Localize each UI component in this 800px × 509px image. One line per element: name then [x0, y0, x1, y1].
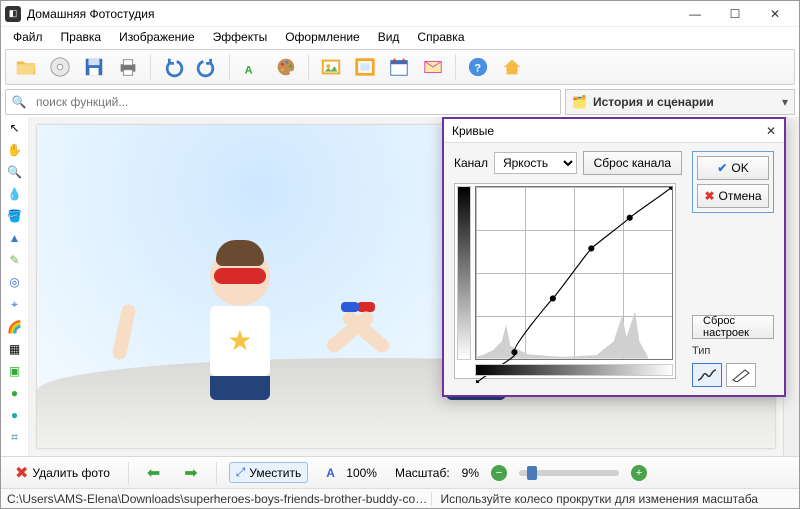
swatches-tool-icon[interactable]: ▦ [6, 342, 24, 356]
menu-image[interactable]: Изображение [111, 28, 203, 46]
menu-edit[interactable]: Правка [53, 28, 110, 46]
fit-icon: ⤢ [236, 465, 246, 480]
curves-dialog: Кривые ✕ Канал Яркость Сброс канала [442, 117, 786, 397]
open-folder-icon[interactable] [12, 53, 40, 81]
bottom-toolbar: ✖Удалить фото ⬅ ➡ ⤢Уместить A 100% Масшт… [1, 456, 799, 488]
window-maximize-button[interactable]: ☐ [715, 1, 755, 27]
zoom-tool-icon[interactable]: 🔍 [6, 165, 24, 179]
help-icon[interactable]: ? [464, 53, 492, 81]
layers-tool-icon[interactable]: ▣ [6, 364, 24, 378]
window-title: Домашняя Фотостудия [27, 7, 154, 21]
svg-text:?: ? [474, 63, 481, 75]
curve-grid[interactable] [475, 186, 673, 360]
vertical-gradient-icon [457, 186, 471, 360]
main-toolbar: A ? [5, 49, 795, 85]
menu-file[interactable]: Файл [5, 28, 51, 46]
layers-icon: 🗂️ [572, 95, 587, 109]
dialog-title: Кривые [452, 124, 494, 138]
menu-effects[interactable]: Эффекты [205, 28, 276, 46]
x-icon: ✖ [15, 463, 28, 483]
undo-icon[interactable] [159, 53, 187, 81]
crop-tool-icon[interactable]: ⌗ [6, 430, 24, 445]
zoom-out-button[interactable]: − [491, 465, 507, 481]
postcard-icon[interactable] [419, 53, 447, 81]
curve-type-pencil-button[interactable] [726, 363, 756, 387]
dialog-titlebar[interactable]: Кривые ✕ [444, 119, 784, 143]
target-tool-icon[interactable]: ◎ [6, 275, 24, 289]
next-photo-button[interactable]: ➡ [178, 461, 203, 485]
reset-channel-button[interactable]: Сброс канала [583, 151, 682, 175]
menu-design[interactable]: Оформление [277, 28, 367, 46]
type-label: Тип [692, 345, 774, 357]
cancel-button[interactable]: ✖Отмена [697, 184, 769, 208]
status-hint: Используйте колесо прокрутки для изменен… [431, 492, 793, 506]
slider-thumb[interactable] [527, 466, 537, 480]
window-minimize-button[interactable]: — [675, 1, 715, 27]
green-circle-tool-icon[interactable]: ● [6, 386, 24, 400]
home-icon[interactable] [498, 53, 526, 81]
print-icon[interactable] [114, 53, 142, 81]
curve-line[interactable] [476, 187, 672, 383]
stamp-tool-icon[interactable]: ⌖ [6, 297, 24, 312]
dialog-close-icon[interactable]: ✕ [766, 124, 776, 138]
horizontal-gradient-icon [475, 364, 673, 376]
window-close-button[interactable]: ✕ [755, 1, 795, 27]
redo-icon[interactable] [193, 53, 221, 81]
text-icon[interactable]: A [238, 53, 266, 81]
history-panel-label: История и сценарии [593, 95, 714, 109]
zoom-100-button[interactable]: A 100% [320, 464, 383, 482]
rotate-tool-icon[interactable]: ⟳ [6, 453, 24, 456]
channel-select[interactable]: Яркость [494, 152, 577, 174]
teal-circle-tool-icon[interactable]: ● [6, 408, 24, 422]
prev-photo-button[interactable]: ⬅ [141, 461, 166, 485]
zoom-slider[interactable] [519, 470, 619, 476]
menu-help[interactable]: Справка [409, 28, 472, 46]
status-bar: C:\Users\AMS-Elena\Downloads\superheroes… [1, 488, 799, 508]
x-icon: ✖ [704, 189, 714, 203]
window-titlebar: ◧ Домашняя Фотостудия — ☐ ✕ [1, 1, 799, 27]
history-panel-header[interactable]: 🗂️ История и сценарии ▾ [565, 89, 795, 115]
palette-icon[interactable] [272, 53, 300, 81]
status-path: C:\Users\AMS-Elena\Downloads\superheroes… [7, 492, 431, 506]
pointer-tool-icon[interactable]: ↖ [6, 121, 24, 135]
curve-type-smooth-button[interactable] [692, 363, 722, 387]
brush-tool-icon[interactable]: ✎ [6, 253, 24, 267]
arrow-right-icon: ➡ [184, 463, 197, 483]
zoom-in-button[interactable]: + [631, 465, 647, 481]
channel-label: Канал [454, 156, 488, 170]
fit-button[interactable]: ⤢Уместить [229, 462, 309, 483]
frame-icon[interactable] [351, 53, 379, 81]
curve-editor[interactable] [454, 183, 676, 379]
photo-icon[interactable] [317, 53, 345, 81]
menu-view[interactable]: Вид [370, 28, 408, 46]
chevron-down-icon: ▾ [782, 95, 788, 109]
calendar-icon[interactable] [385, 53, 413, 81]
reset-settings-button[interactable]: Сброс настроек [692, 315, 774, 339]
scale-label: Масштаб: [395, 466, 450, 480]
rainbow-tool-icon[interactable]: 🌈 [6, 320, 24, 334]
menubar: Файл Правка Изображение Эффекты Оформлен… [1, 27, 799, 47]
search-input[interactable] [32, 90, 560, 114]
svg-text:A: A [245, 64, 253, 76]
arrow-left-icon: ⬅ [147, 463, 160, 483]
search-icon: 🔍 [6, 90, 32, 114]
app-icon: ◧ [5, 6, 21, 22]
scale-value: 9% [462, 466, 479, 480]
search-box[interactable]: 🔍 [5, 89, 561, 115]
hand-tool-icon[interactable]: ✋ [6, 143, 24, 157]
ok-button[interactable]: ✔OK [697, 156, 769, 180]
checkmark-icon: ✔ [717, 161, 727, 175]
bucket-tool-icon[interactable]: 🪣 [6, 209, 24, 223]
save-icon[interactable] [80, 53, 108, 81]
shape-tool-icon[interactable]: ▲ [6, 231, 24, 245]
eyedropper-tool-icon[interactable]: 💧 [6, 187, 24, 201]
letter-a-icon: A [326, 466, 335, 480]
cd-disc-icon[interactable] [46, 53, 74, 81]
delete-photo-button[interactable]: ✖Удалить фото [9, 461, 116, 485]
left-toolbox: ↖ ✋ 🔍 💧 🪣 ▲ ✎ ◎ ⌖ 🌈 ▦ ▣ ● ● ⌗ ⟳ [1, 117, 29, 456]
